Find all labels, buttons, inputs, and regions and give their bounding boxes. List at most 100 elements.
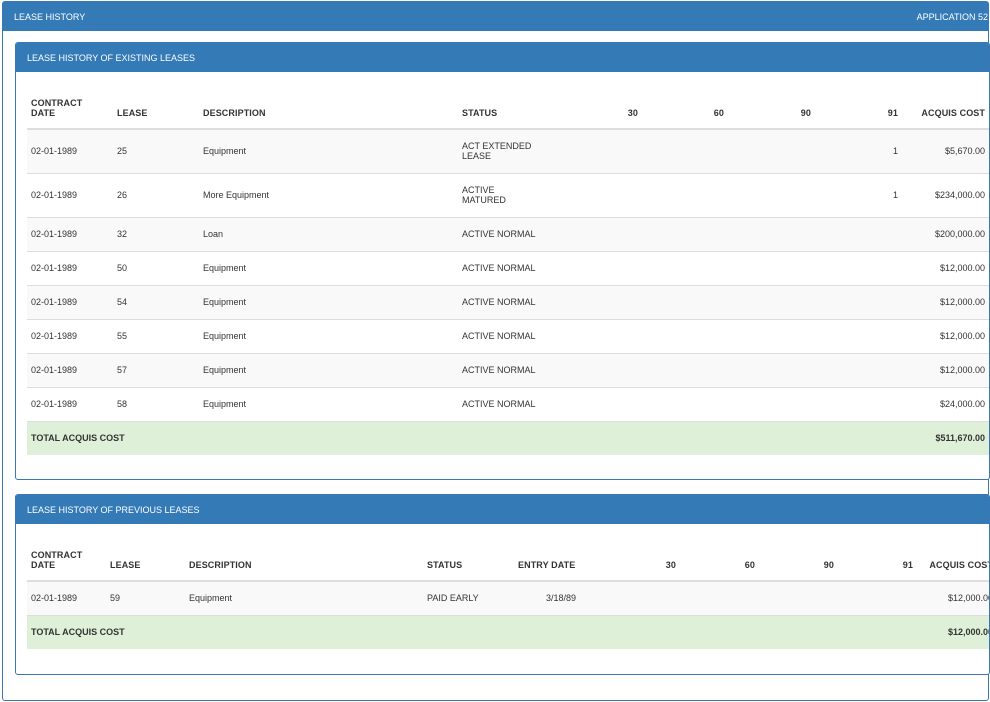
cell-30: [558, 284, 642, 319]
cell-90: [728, 250, 815, 285]
cell-60: [642, 386, 728, 421]
cell-description: Equipment: [199, 128, 458, 173]
cell-description: Equipment: [199, 386, 458, 421]
cell-30: [558, 318, 642, 353]
col-lease[interactable]: LEASE: [106, 549, 185, 582]
cell-description: Loan: [199, 216, 458, 251]
table-row: 02-01-1989 25 Equipment ACT EXTENDED LEA…: [27, 128, 989, 173]
cell-30: [558, 128, 642, 173]
existing-leases-panel: LEASE HISTORY OF EXISTING LEASES CONTRAC…: [15, 42, 990, 480]
cell-date: 02-01-1989: [27, 284, 113, 319]
table-row: 02-01-1989 58 Equipment ACTIVE NORMAL $2…: [27, 386, 989, 421]
cell-91: [815, 284, 902, 319]
page-title: LEASE HISTORY: [14, 11, 86, 22]
cell-lease: 59: [106, 580, 185, 615]
cell-status: ACTIVE NORMAL: [458, 318, 558, 353]
cell-acquis-cost: $24,000.00: [902, 386, 989, 421]
cell-status: ACT EXTENDED LEASE: [458, 128, 558, 173]
cell-acquis-cost: $12,000.00: [902, 352, 989, 387]
previous-leases-title: LEASE HISTORY OF PREVIOUS LEASES: [27, 504, 200, 515]
cell-date: 02-01-1989: [27, 250, 113, 285]
cell-90: [728, 128, 815, 173]
cell-status: ACTIVE NORMAL: [458, 284, 558, 319]
col-90[interactable]: 90: [759, 549, 838, 582]
col-30[interactable]: 30: [558, 97, 642, 130]
total-row: TOTAL ACQUIS COST $12,000.00: [27, 614, 989, 649]
total-value: $12,000.00: [917, 614, 989, 649]
cell-60: [642, 352, 728, 387]
cell-60: [642, 172, 728, 217]
cell-91: [815, 352, 902, 387]
cell-date: 02-01-1989: [27, 386, 113, 421]
total-label: TOTAL ACQUIS COST: [27, 614, 423, 649]
col-description[interactable]: DESCRIPTION: [199, 97, 458, 130]
col-90[interactable]: 90: [728, 97, 815, 130]
cell-lease: 32: [113, 216, 199, 251]
cell-91: [838, 580, 917, 615]
cell-lease: 54: [113, 284, 199, 319]
cell-30: [558, 250, 642, 285]
total-label: TOTAL ACQUIS COST: [27, 420, 458, 455]
col-91[interactable]: 91: [815, 97, 902, 130]
col-status[interactable]: STATUS: [458, 97, 558, 130]
previous-leases-panel: LEASE HISTORY OF PREVIOUS LEASES CONTRAC…: [15, 494, 990, 675]
cell-acquis-cost: $234,000.00: [902, 172, 989, 217]
col-91[interactable]: 91: [838, 549, 917, 582]
existing-leases-header: LEASE HISTORY OF EXISTING LEASES: [16, 43, 989, 72]
col-description[interactable]: DESCRIPTION: [185, 549, 423, 582]
cell-status: ACTIVE NORMAL: [458, 352, 558, 387]
cell-description: Equipment: [199, 352, 458, 387]
cell-status: ACTIVE NORMAL: [458, 386, 558, 421]
cell-status: PAID EARLY: [423, 580, 514, 615]
col-contract-date[interactable]: CONTRACT DATE: [27, 549, 106, 582]
cell-lease: 26: [113, 172, 199, 217]
cell-60: [642, 284, 728, 319]
col-contract-date[interactable]: CONTRACT DATE: [27, 97, 113, 130]
table-row: 02-01-1989 32 Loan ACTIVE NORMAL $200,00…: [27, 216, 989, 251]
cell-60: [642, 250, 728, 285]
cell-30: [558, 172, 642, 217]
col-status[interactable]: STATUS: [423, 549, 514, 582]
col-60[interactable]: 60: [642, 97, 728, 130]
cell-status: ACTIVE NORMAL: [458, 216, 558, 251]
application-label: APPLICATION 52: [916, 11, 988, 22]
table-row: 02-01-1989 55 Equipment ACTIVE NORMAL $1…: [27, 318, 989, 353]
cell-90: [728, 386, 815, 421]
cell-date: 02-01-1989: [27, 352, 113, 387]
cell-lease: 50: [113, 250, 199, 285]
cell-description: Equipment: [199, 250, 458, 285]
cell-status: ACTIVE MATURED: [458, 172, 558, 217]
cell-90: [728, 284, 815, 319]
cell-acquis-cost: $12,000.00: [902, 250, 989, 285]
col-lease[interactable]: LEASE: [113, 97, 199, 130]
cell-60: [642, 318, 728, 353]
cell-description: More Equipment: [199, 172, 458, 217]
col-60[interactable]: 60: [680, 549, 759, 582]
cell-lease: 58: [113, 386, 199, 421]
cell-date: 02-01-1989: [27, 580, 106, 615]
cell-91: 1: [815, 172, 902, 217]
col-entry-date[interactable]: ENTRY DATE: [514, 549, 605, 582]
cell-91: [815, 318, 902, 353]
cell-91: [815, 250, 902, 285]
previous-leases-table: CONTRACT DATE LEASE DESCRIPTION STATUS E…: [27, 549, 989, 649]
cell-90: [728, 172, 815, 217]
total-value: $511,670.00: [902, 420, 989, 455]
cell-90: [759, 580, 838, 615]
cell-30: [558, 386, 642, 421]
cell-acquis-cost: $12,000.00: [902, 284, 989, 319]
cell-acquis-cost: $5,670.00: [902, 128, 989, 173]
cell-30: [558, 352, 642, 387]
cell-30: [605, 580, 680, 615]
cell-91: [815, 216, 902, 251]
cell-date: 02-01-1989: [27, 318, 113, 353]
table-row: 02-01-1989 59 Equipment PAID EARLY 3/18/…: [27, 580, 989, 615]
col-30[interactable]: 30: [605, 549, 680, 582]
table-row: 02-01-1989 50 Equipment ACTIVE NORMAL $1…: [27, 250, 989, 285]
col-acquis-cost[interactable]: ACQUIS COST: [902, 97, 989, 130]
cell-lease: 55: [113, 318, 199, 353]
cell-30: [558, 216, 642, 251]
cell-acquis-cost: $12,000.00: [902, 318, 989, 353]
cell-description: Equipment: [199, 318, 458, 353]
col-acquis-cost[interactable]: ACQUIS COST: [917, 549, 989, 582]
